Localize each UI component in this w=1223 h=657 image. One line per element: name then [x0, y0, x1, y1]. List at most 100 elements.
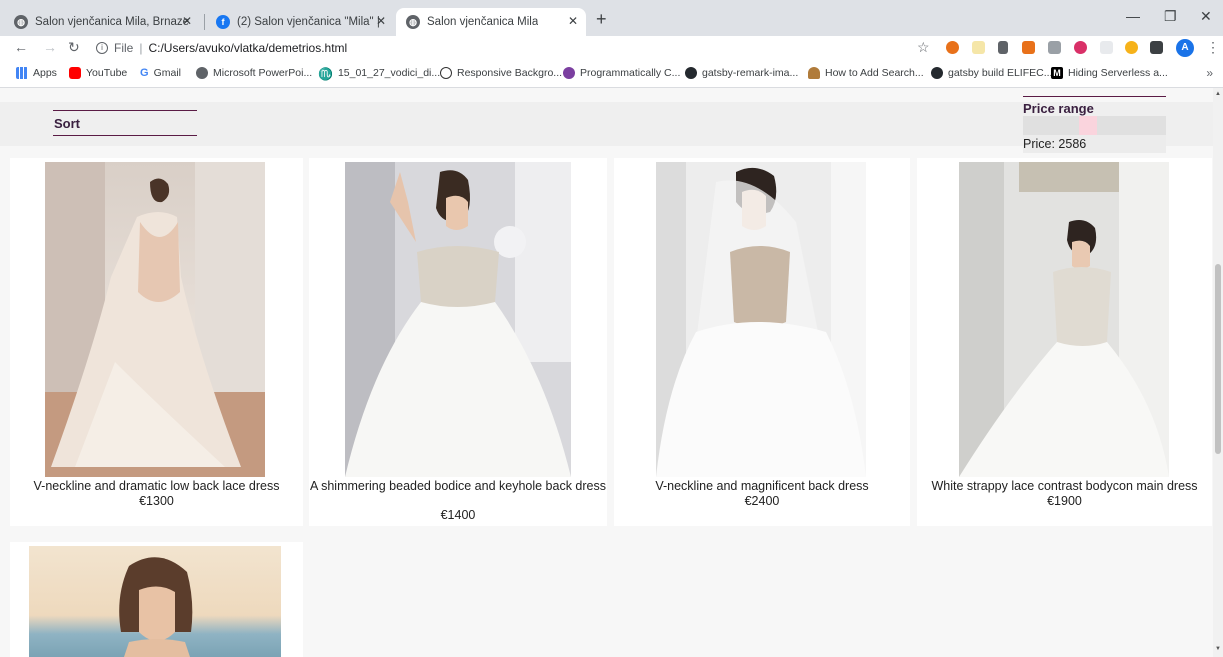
bookmark-label: Hiding Serverless a... — [1068, 67, 1168, 79]
tab-title: Salon vjenčanica Mila — [427, 16, 539, 28]
product-card[interactable]: V-neckline and dramatic low back lace dr… — [10, 158, 303, 526]
page-scrollbar[interactable]: ▲ ▼ — [1213, 88, 1223, 657]
globe-icon: ◍ — [14, 15, 28, 29]
tab-salon-active[interactable]: ◍ Salon vjenčanica Mila ✕ — [396, 8, 586, 36]
extension-icon[interactable] — [972, 41, 985, 54]
reload-icon[interactable]: ↻ — [68, 39, 80, 55]
product-card[interactable]: A shimmering beaded bodice and keyhole b… — [309, 158, 607, 526]
scroll-up-icon[interactable]: ▲ — [1215, 91, 1221, 97]
url-divider: | — [139, 41, 143, 55]
github-icon — [685, 67, 697, 79]
product-price: €2400 — [744, 494, 780, 508]
bookmark-gatsby-remark[interactable]: gatsby-remark-ima... — [685, 67, 798, 79]
tab-title: Salon vjenčanica Mila, Brnaze - S — [35, 16, 190, 28]
forward-icon[interactable]: → — [43, 39, 57, 55]
dress-photo-seaside-portrait[interactable] — [29, 546, 281, 657]
product-title: V-neckline and magnificent back dress — [655, 479, 869, 493]
sort-control[interactable]: Sort — [53, 110, 197, 136]
bookmark-gmail[interactable]: G Gmail — [140, 67, 181, 79]
browser-toolbar: ← → ↻ i File | C:/Users/avuko/vlatka/dem… — [0, 36, 1223, 60]
bookmark-programmatically[interactable]: Programmatically C... — [563, 67, 680, 79]
product-card[interactable]: V-neckline and magnificent back dress €2… — [614, 158, 910, 526]
extension-icon[interactable] — [1125, 41, 1138, 54]
tab-strip: ◍ Salon vjenčanica Mila, Brnaze - S ✕ f … — [0, 0, 1223, 36]
product-price: €1900 — [1047, 494, 1082, 508]
dress-photo-lace-ballgown[interactable] — [959, 162, 1169, 477]
bookmarks-bar: Apps YouTube G Gmail Microsoft PowerPoi.… — [0, 60, 1223, 88]
minimize-icon[interactable]: — — [1126, 8, 1140, 24]
price-slider-handle[interactable] — [1079, 116, 1097, 135]
bookmark-label: Microsoft PowerPoi... — [213, 67, 313, 79]
bookmark-label: gatsby-remark-ima... — [702, 67, 799, 79]
bookmark-responsive[interactable]: Responsive Backgro... — [440, 67, 562, 79]
bookmark-label: How to Add Search... — [825, 67, 924, 79]
bookmark-label: Apps — [33, 67, 57, 79]
extension-icon[interactable] — [1048, 41, 1061, 54]
extension-icon[interactable] — [998, 41, 1008, 54]
menu-kebab-icon[interactable]: ⋮ — [1206, 39, 1220, 56]
address-bar[interactable]: i File | C:/Users/avuko/vlatka/demetrios… — [96, 38, 946, 58]
close-tab-icon[interactable]: ✕ — [568, 14, 578, 28]
product-title: A shimmering beaded bodice and keyhole b… — [309, 479, 606, 493]
product-title: V-neckline and dramatic low back lace dr… — [33, 479, 280, 493]
x-circle-icon — [440, 67, 452, 79]
zodiac-icon: ♏ — [318, 67, 333, 81]
back-icon[interactable]: ← — [14, 39, 28, 55]
bookmark-label: gatsby build ELIFEC... — [948, 67, 1053, 79]
bookmark-youtube[interactable]: YouTube — [69, 67, 127, 79]
price-range-slider[interactable] — [1023, 116, 1166, 135]
tab-facebook[interactable]: f (2) Salon vjenčanica "Mila" | Face ✕ — [206, 8, 394, 36]
window-close-icon[interactable]: ✕ — [1200, 8, 1212, 25]
product-price: €1300 — [139, 494, 174, 508]
bookmark-hiding-serverless[interactable]: M Hiding Serverless a... — [1051, 67, 1168, 79]
bookmarks-overflow-icon[interactable]: » — [1206, 66, 1213, 80]
tab-salon-brnaze[interactable]: ◍ Salon vjenčanica Mila, Brnaze - S ✕ — [4, 8, 200, 36]
product-title: White strappy lace contrast bodycon main… — [931, 479, 1198, 493]
scroll-down-icon[interactable]: ▼ — [1215, 646, 1221, 652]
product-card[interactable] — [10, 542, 303, 657]
bookmark-add-search[interactable]: How to Add Search... — [808, 67, 924, 79]
extension-icon[interactable] — [1074, 41, 1087, 54]
bookmark-star-icon[interactable]: ☆ — [917, 39, 930, 56]
google-icon: G — [140, 67, 149, 79]
dress-photo-beaded-ballgown[interactable] — [345, 162, 571, 477]
bookmark-gatsby-build[interactable]: gatsby build ELIFEC... — [931, 67, 1052, 79]
youtube-icon — [69, 67, 81, 79]
globe-icon — [196, 67, 208, 79]
dress-photo-corset-veil[interactable] — [656, 162, 866, 477]
maximize-icon[interactable]: ❐ — [1164, 8, 1177, 25]
facebook-icon: f — [216, 15, 230, 29]
new-tab-button[interactable]: + — [596, 10, 607, 28]
extension-icon[interactable] — [1100, 41, 1113, 54]
product-price: €1400 — [440, 508, 476, 522]
url-text[interactable]: C:/Users/avuko/vlatka/demetrios.html — [148, 41, 347, 55]
page-content: Sort Price range Price: 2586 V-neckline … — [0, 88, 1213, 657]
info-icon[interactable]: i — [96, 42, 108, 54]
price-range-title: Price range — [1023, 96, 1166, 116]
apps-grid-icon — [16, 67, 28, 79]
price-value-text: Price: 2586 — [1023, 135, 1166, 153]
globe-purple-icon — [563, 67, 575, 79]
extension-icon[interactable] — [946, 41, 959, 54]
scrollbar-thumb[interactable] — [1215, 264, 1221, 454]
tab-separator — [204, 14, 205, 30]
tab-title: (2) Salon vjenčanica "Mila" | Face — [237, 16, 384, 28]
bookmark-label: Gmail — [153, 67, 181, 79]
bookmark-label: Responsive Backgro... — [457, 67, 563, 79]
medium-icon: M — [1051, 67, 1063, 79]
close-tab-icon[interactable]: ✕ — [182, 14, 192, 28]
product-card[interactable]: White strappy lace contrast bodycon main… — [917, 158, 1212, 526]
price-range-filter: Price range Price: 2586 — [1023, 96, 1166, 153]
extensions-puzzle-icon[interactable] — [1150, 41, 1163, 54]
bookmark-powerpoint[interactable]: Microsoft PowerPoi... — [196, 67, 312, 79]
bookmark-apps[interactable]: Apps — [16, 67, 57, 79]
dress-photo-lace-mermaid[interactable] — [45, 162, 265, 477]
bookmark-label: YouTube — [86, 67, 128, 79]
bookmark-vodici[interactable]: ♏ 15_01_27_vodici_di... — [318, 67, 440, 81]
bookmark-label: Programmatically C... — [580, 67, 681, 79]
extension-icon[interactable] — [1022, 41, 1035, 54]
profile-avatar[interactable]: A — [1176, 39, 1194, 57]
globe-icon: ◍ — [406, 15, 420, 29]
close-tab-icon[interactable]: ✕ — [376, 14, 386, 28]
url-scheme: File — [114, 41, 134, 55]
